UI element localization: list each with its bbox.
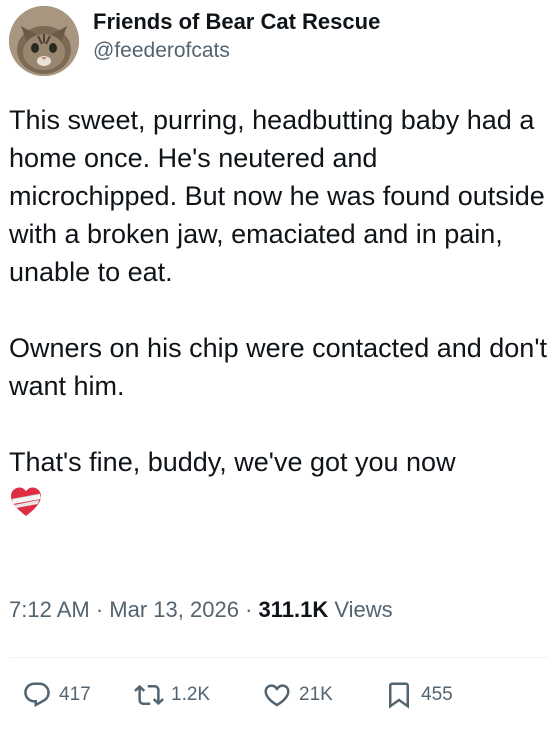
tweet-header: Friends of Bear Cat Rescue @feederofcats — [9, 6, 380, 76]
views-count[interactable]: 311.1K — [259, 597, 329, 622]
heart-icon — [264, 684, 290, 707]
tweet-meta: 7:12 AM · Mar 13, 2026 · 311.1K Views — [9, 594, 393, 626]
reply-count: 417 — [59, 684, 91, 705]
repost-icon — [134, 684, 164, 706]
author-names: Friends of Bear Cat Rescue @feederofcats — [93, 7, 380, 65]
tweet-paragraph-3: That's fine, buddy, we've got you now — [9, 447, 456, 477]
mending-heart-emoji-icon — [11, 487, 41, 516]
post-date[interactable]: Mar 13, 2026 — [109, 597, 239, 622]
repost-button[interactable]: 1.2K — [134, 680, 210, 710]
bookmark-button[interactable]: 455 — [384, 680, 453, 710]
tweet-paragraph-2: Owners on his chip were contacted and do… — [9, 333, 555, 401]
like-button[interactable]: 21K — [262, 680, 333, 710]
views-label: Views — [334, 597, 393, 622]
tweet-paragraph-1: This sweet, purring, headbutting baby ha… — [9, 105, 553, 287]
post-time[interactable]: 7:12 AM — [9, 597, 90, 622]
author-display-name[interactable]: Friends of Bear Cat Rescue — [93, 7, 380, 37]
meta-separator: · — [95, 597, 110, 622]
author-handle[interactable]: @feederofcats — [93, 37, 380, 65]
repost-count: 1.2K — [171, 684, 211, 705]
like-count: 21K — [299, 684, 333, 705]
cat-photo-avatar-icon — [9, 6, 79, 76]
bookmark-count: 455 — [421, 684, 453, 705]
bookmark-icon — [389, 682, 409, 709]
tweet-text: This sweet, purring, headbutting baby ha… — [9, 101, 549, 519]
action-bar: 417 1.2K 21K 455 — [0, 680, 555, 720]
reply-icon — [24, 682, 50, 708]
divider — [9, 657, 549, 658]
avatar[interactable] — [9, 6, 79, 76]
meta-separator: · — [245, 597, 259, 622]
tweet: Friends of Bear Cat Rescue @feederofcats… — [0, 0, 555, 729]
reply-button[interactable]: 417 — [22, 680, 91, 710]
